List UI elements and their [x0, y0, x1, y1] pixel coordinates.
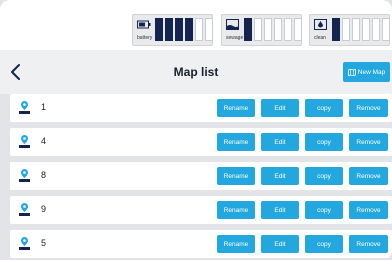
sewage-level-bars: [244, 18, 302, 41]
level-bar: [155, 18, 163, 41]
remove-button[interactable]: Remove: [349, 201, 388, 219]
map-list-row: 4 Rename Edit copy Remove: [10, 128, 392, 156]
new-map-label: New Map: [357, 68, 386, 76]
copy-button[interactable]: copy: [305, 201, 343, 219]
edit-button[interactable]: Edit: [261, 133, 299, 151]
map-number: 1: [41, 102, 47, 112]
remove-button[interactable]: Remove: [349, 235, 388, 253]
copy-button[interactable]: copy: [305, 167, 343, 185]
level-bar: [175, 18, 183, 41]
level-bar: [195, 18, 203, 41]
clean-gauge: clean: [309, 14, 390, 46]
map-pin-icon: [19, 101, 30, 114]
map-number: 8: [41, 170, 47, 180]
copy-button[interactable]: copy: [305, 133, 343, 151]
battery-icon: [137, 20, 151, 29]
level-bar: [284, 18, 292, 41]
edit-button[interactable]: Edit: [261, 99, 299, 117]
edit-button[interactable]: Edit: [261, 167, 299, 185]
page-header: Map list: [0, 50, 392, 94]
rename-button[interactable]: Rename: [217, 167, 255, 185]
map-list: 1 Rename Edit copy Remove 4 Rename Edit …: [10, 94, 392, 260]
level-bar: [372, 18, 380, 41]
level-bar: [254, 18, 262, 41]
edit-button[interactable]: Edit: [261, 235, 299, 253]
sewage-gauge: sewage: [221, 14, 302, 46]
level-bar: [352, 18, 360, 41]
clean-level-bars: [332, 18, 390, 41]
app-frame: battery sewage clean Map list New Map 1 …: [0, 0, 392, 260]
map-number: 5: [41, 238, 47, 248]
map-pin-icon: [19, 169, 30, 182]
new-map-button[interactable]: New Map: [343, 62, 390, 82]
status-bar: battery sewage clean: [0, 0, 392, 50]
sewage-label: sewage: [226, 35, 244, 41]
level-bar: [362, 18, 370, 41]
rename-button[interactable]: Rename: [217, 235, 255, 253]
level-bar: [185, 18, 193, 41]
level-bar: [382, 18, 390, 41]
level-bar: [244, 18, 252, 41]
battery-level-bars: [155, 18, 213, 41]
level-bar: [205, 18, 213, 41]
remove-button[interactable]: Remove: [349, 99, 388, 117]
battery-label: battery: [137, 35, 153, 41]
level-bar: [342, 18, 350, 41]
level-bar: [274, 18, 282, 41]
map-number: 4: [41, 136, 47, 146]
level-bar: [332, 18, 340, 41]
map-list-row: 9 Rename Edit copy Remove: [10, 196, 392, 224]
map-pin-icon: [19, 237, 30, 250]
remove-button[interactable]: Remove: [349, 167, 388, 185]
page-title: Map list: [173, 65, 219, 79]
clean-tank-icon: [314, 19, 327, 30]
map-list-row: 5 Rename Edit copy Remove: [10, 230, 392, 258]
map-pin-icon: [19, 135, 30, 148]
rename-button[interactable]: Rename: [217, 99, 255, 117]
level-bar: [165, 18, 173, 41]
edit-button[interactable]: Edit: [261, 201, 299, 219]
sewage-tank-icon: [226, 19, 239, 30]
map-icon: [347, 68, 356, 76]
rename-button[interactable]: Rename: [217, 201, 255, 219]
clean-label: clean: [314, 35, 326, 41]
level-bar: [264, 18, 272, 41]
map-pin-icon: [19, 203, 30, 216]
map-list-row: 8 Rename Edit copy Remove: [10, 162, 392, 190]
remove-button[interactable]: Remove: [349, 133, 388, 151]
level-bar: [294, 18, 302, 41]
map-list-row: 1 Rename Edit copy Remove: [10, 94, 392, 122]
map-number: 9: [41, 204, 47, 214]
rename-button[interactable]: Rename: [217, 133, 255, 151]
battery-gauge: battery: [132, 14, 213, 46]
copy-button[interactable]: copy: [305, 235, 343, 253]
copy-button[interactable]: copy: [305, 99, 343, 117]
